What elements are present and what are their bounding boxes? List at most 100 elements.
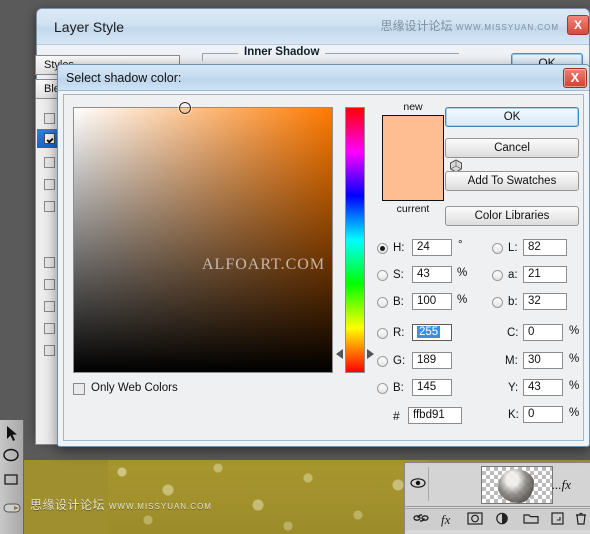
layer-style-watermark: 思缘设计论坛 WWW.MISSYUAN.COM <box>381 17 559 34</box>
hue-slider-arrow-right[interactable] <box>367 349 374 360</box>
yellow-input[interactable]: 43 <box>523 379 563 396</box>
black-input[interactable]: 0 <box>523 406 563 423</box>
hue-input[interactable]: 24 <box>412 239 452 256</box>
layer-fx-label[interactable]: ...fx <box>552 477 571 493</box>
effect-checkbox[interactable] <box>44 301 55 312</box>
hex-symbol: # <box>393 409 400 423</box>
color-picker-body: ALFOART.COM Only Web Colors new current <box>63 94 584 441</box>
add-to-swatches-button[interactable]: Add To Swatches <box>445 171 579 191</box>
lab-l-input[interactable]: 82 <box>523 239 567 256</box>
new-color-swatch[interactable] <box>383 116 443 158</box>
hex-input[interactable]: ffbd91 <box>408 407 462 424</box>
lab-b-input[interactable]: 32 <box>523 293 567 310</box>
new-layer-icon[interactable] <box>551 512 564 528</box>
green-radio[interactable] <box>377 356 388 367</box>
effect-checkbox[interactable] <box>44 113 55 124</box>
group-icon[interactable] <box>523 512 539 527</box>
hue-slider-arrow-left[interactable] <box>336 349 343 360</box>
brightness-radio[interactable] <box>377 297 388 308</box>
effect-checkbox[interactable] <box>44 257 55 268</box>
layer-style-titlebar[interactable]: Layer Style 思缘设计论坛 WWW.MISSYUAN.COM X <box>37 9 589 45</box>
magenta-label: M: <box>505 355 518 367</box>
blue-label: B: <box>393 382 404 394</box>
lab-b-label: b: <box>508 296 518 308</box>
yellow-label: Y: <box>508 382 519 394</box>
color-picker-close-button[interactable]: X <box>563 68 587 88</box>
eye-icon[interactable] <box>410 477 426 492</box>
hue-label: H: <box>393 242 405 254</box>
layers-panel-toolbar[interactable]: fx <box>405 508 590 530</box>
green-input[interactable]: 189 <box>412 352 452 369</box>
effect-checkbox[interactable] <box>44 157 55 168</box>
effect-checkbox[interactable] <box>44 279 55 290</box>
photoshop-watermark-text: 思缘设计论坛 <box>30 498 106 512</box>
layer-style-watermark-url: WWW.MISSYUAN.COM <box>455 23 559 32</box>
adjustment-icon[interactable] <box>495 512 509 528</box>
brightness-label: B: <box>393 296 404 308</box>
lab-l-radio[interactable] <box>492 243 503 254</box>
brightness-unit: % <box>457 294 468 306</box>
cyan-unit: % <box>569 325 580 337</box>
layer-row[interactable]: ...fx <box>405 463 590 507</box>
lab-a-radio[interactable] <box>492 270 503 281</box>
effect-checkbox[interactable] <box>44 323 55 334</box>
layer-style-close-button[interactable]: X <box>567 15 589 35</box>
brush-tool-icon[interactable] <box>3 498 21 518</box>
color-picker-dialog[interactable]: Select shadow color: X ALFOART.COM Only … <box>57 64 590 447</box>
color-picker-titlebar[interactable]: Select shadow color: X <box>58 65 589 91</box>
crop-tool-icon[interactable] <box>3 472 21 492</box>
color-libraries-button[interactable]: Color Libraries <box>445 206 579 226</box>
red-radio[interactable] <box>377 328 388 339</box>
yellow-unit: % <box>569 380 580 392</box>
inner-shadow-title: Inner Shadow <box>238 46 326 58</box>
layer-thumbnail-art <box>498 469 534 503</box>
effect-checkbox-checked[interactable] <box>44 133 55 144</box>
effect-checkbox[interactable] <box>44 179 55 190</box>
color-field-marker[interactable] <box>178 102 191 114</box>
blue-radio[interactable] <box>377 383 388 394</box>
saturation-label: S: <box>393 269 404 281</box>
saturation-unit: % <box>457 267 468 279</box>
ellipse-marquee-tool-icon[interactable] <box>3 446 21 466</box>
move-tool-icon[interactable] <box>3 424 21 444</box>
fx-icon[interactable]: fx <box>441 512 450 528</box>
link-icon[interactable] <box>413 512 429 527</box>
sv-field-black-layer <box>74 108 332 372</box>
saturation-radio[interactable] <box>377 270 388 281</box>
mask-icon[interactable] <box>467 512 483 528</box>
layers-panel[interactable]: ...fx fx <box>404 462 590 534</box>
lab-l-label: L: <box>508 242 518 254</box>
trash-icon[interactable] <box>575 512 587 528</box>
brightness-input[interactable]: 100 <box>412 293 452 310</box>
layer-visibility-cell[interactable] <box>407 467 429 501</box>
only-web-colors-checkbox[interactable] <box>73 383 85 395</box>
current-color-swatch[interactable] <box>383 158 443 200</box>
saturation-brightness-field[interactable]: ALFOART.COM <box>73 102 333 373</box>
cancel-button[interactable]: Cancel <box>445 138 579 158</box>
lab-b-radio[interactable] <box>492 297 503 308</box>
new-color-label: new <box>403 101 423 113</box>
effect-checkbox[interactable] <box>44 345 55 356</box>
color-picker-title: Select shadow color: <box>66 71 182 85</box>
group-tick <box>202 54 203 61</box>
hue-radio[interactable] <box>377 243 388 254</box>
effect-checkbox[interactable] <box>44 201 55 212</box>
black-unit: % <box>569 407 580 419</box>
photoshop-toolbar[interactable] <box>0 420 24 534</box>
red-label: R: <box>393 327 405 339</box>
blue-input[interactable]: 145 <box>412 379 452 396</box>
black-label: K: <box>508 409 519 421</box>
photoshop-watermark: 思缘设计论坛 WWW.MISSYUAN.COM <box>30 496 212 513</box>
saturation-input[interactable]: 43 <box>412 266 452 283</box>
red-input[interactable]: 255 <box>412 324 452 341</box>
cyan-input[interactable]: 0 <box>523 324 563 341</box>
lab-a-input[interactable]: 21 <box>523 266 567 283</box>
layer-style-watermark-text: 思缘设计论坛 <box>380 19 453 33</box>
hue-slider[interactable] <box>345 107 365 373</box>
layer-style-title: Layer Style <box>54 19 125 35</box>
color-preview-box[interactable] <box>382 115 444 201</box>
ok-button[interactable]: OK <box>445 107 579 127</box>
magenta-input[interactable]: 30 <box>523 352 563 369</box>
lab-a-label: a: <box>508 269 518 281</box>
layer-thumbnail[interactable] <box>481 466 553 504</box>
